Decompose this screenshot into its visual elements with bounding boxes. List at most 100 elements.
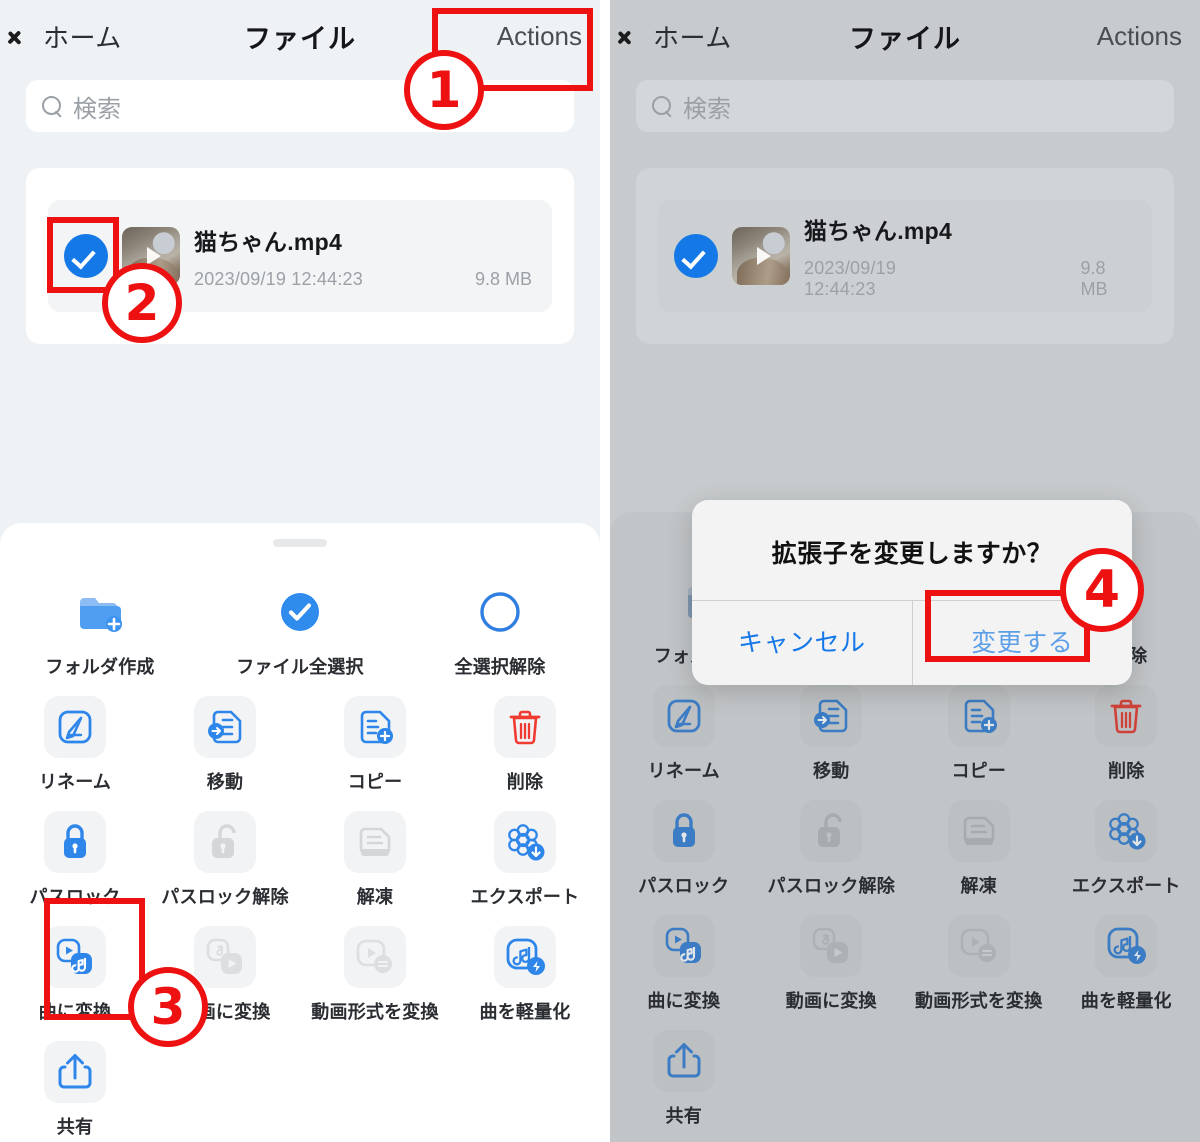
music-compress-icon (1095, 915, 1158, 977)
file-list-item[interactable]: 猫ちゃん.mp4 2023/09/19 12:44:23 9.8 MB (658, 200, 1152, 312)
action-label: 曲を軽量化 (479, 1002, 571, 1022)
action-convert-to-video[interactable]: 動画に変換 (150, 912, 300, 1027)
action-label: パスロック解除 (161, 887, 289, 907)
action-label: 共有 (56, 1117, 94, 1137)
chevron-left-icon (628, 23, 643, 50)
action-deselect-all[interactable]: 全選択解除 (400, 567, 600, 682)
action-copy[interactable]: コピー (905, 671, 1053, 786)
action-compress-music[interactable]: 曲を軽量化 (1053, 901, 1200, 1016)
trash-icon (494, 696, 556, 758)
search-field[interactable]: 検索 (26, 80, 574, 132)
action-convert-to-music[interactable]: 曲に変換 (610, 901, 758, 1016)
action-convert-video-format[interactable]: 動画形式を変換 (300, 912, 450, 1027)
copy-file-add-icon (947, 685, 1010, 747)
action-pass-unlock[interactable]: パスロック解除 (150, 797, 300, 912)
screenshot-stage: ホーム ファイル Actions 検索 猫ちゃん.mp4 2023/09/19 … (0, 0, 1200, 1142)
action-sheet: フォルダ作成 ファイル全選択 (0, 523, 600, 1142)
dialog-buttons: キャンセル 変更する (692, 600, 1132, 685)
action-rename[interactable]: リネーム (610, 671, 758, 786)
navigation-bar: ホーム ファイル Actions (610, 0, 1200, 72)
share-upload-icon (44, 1041, 106, 1103)
search-icon (42, 95, 63, 117)
unarchive-icon (344, 811, 406, 873)
action-unarchive[interactable]: 解凍 (905, 786, 1053, 901)
file-name: 猫ちゃん.mp4 (804, 218, 953, 244)
file-list-item[interactable]: 猫ちゃん.mp4 2023/09/19 12:44:23 9.8 MB (48, 200, 552, 312)
action-convert-to-video[interactable]: 動画に変換 (758, 901, 906, 1016)
checkbox-selected-icon[interactable] (674, 234, 718, 278)
back-button[interactable]: ホーム (18, 18, 122, 55)
action-row-5: 共有 (610, 1016, 1200, 1131)
music-to-video-icon (194, 926, 256, 988)
search-field[interactable]: 検索 (636, 80, 1174, 132)
back-button[interactable]: ホーム (628, 18, 732, 55)
action-pass-unlock[interactable]: パスロック解除 (758, 786, 906, 901)
video-thumbnail (732, 227, 790, 285)
action-label: エクスポート (1071, 876, 1181, 896)
action-export[interactable]: エクスポート (1053, 786, 1200, 901)
music-to-video-icon (800, 915, 863, 977)
search-icon (652, 95, 673, 117)
action-label: ファイル全選択 (236, 657, 364, 677)
back-button-label: ホーム (43, 22, 122, 53)
action-compress-music[interactable]: 曲を軽量化 (450, 912, 600, 1027)
file-list-card: 猫ちゃん.mp4 2023/09/19 12:44:23 9.8 MB (636, 168, 1174, 344)
dialog-confirm-button[interactable]: 変更する (911, 601, 1133, 685)
action-move[interactable]: 移動 (758, 671, 906, 786)
action-label: パスロック (638, 876, 730, 896)
play-icon (757, 247, 771, 265)
action-pass-lock[interactable]: パスロック (610, 786, 758, 901)
action-label: 動画に変換 (785, 991, 877, 1011)
checkbox-selected-icon[interactable] (64, 234, 108, 278)
search-placeholder: 検索 (73, 95, 121, 123)
action-label: 動画形式を変換 (311, 1002, 439, 1022)
action-label: パスロック解除 (767, 876, 895, 896)
action-move[interactable]: 移動 (150, 682, 300, 797)
actions-button[interactable]: Actions (497, 21, 582, 52)
action-copy[interactable]: コピー (300, 682, 450, 797)
lock-open-icon (800, 800, 863, 862)
rename-pencil-icon (652, 685, 715, 747)
action-row-2: リネーム 移動 コピー 削除 (610, 671, 1200, 786)
share-upload-icon (652, 1030, 715, 1092)
action-label: 移動 (813, 761, 850, 781)
action-label: 削除 (506, 772, 544, 792)
action-row-5: 共有 (0, 1027, 600, 1142)
action-pass-lock[interactable]: パスロック (0, 797, 150, 912)
confirm-dialog: 拡張子を変更しますか？ キャンセル 変更する (692, 500, 1132, 685)
actions-button[interactable]: Actions (1097, 21, 1182, 52)
action-spacer (450, 1027, 600, 1142)
action-label: 解凍 (960, 876, 997, 896)
action-delete[interactable]: 削除 (450, 682, 600, 797)
move-file-icon (194, 696, 256, 758)
dialog-title: 拡張子を変更しますか？ (771, 540, 1053, 568)
action-label: 曲に変換 (38, 1002, 112, 1022)
action-label: コピー (951, 761, 1007, 781)
action-unarchive[interactable]: 解凍 (300, 797, 450, 912)
action-convert-to-music[interactable]: 曲に変換 (0, 912, 150, 1027)
circle-outline-icon (469, 581, 531, 643)
action-row-2: リネーム 移動 コピー 削除 (0, 682, 600, 797)
action-label: 全選択解除 (454, 657, 546, 677)
action-label: 移動 (206, 772, 244, 792)
action-convert-video-format[interactable]: 動画形式を変換 (905, 901, 1053, 1016)
action-export[interactable]: エクスポート (450, 797, 600, 912)
navigation-bar: ホーム ファイル Actions (0, 0, 600, 72)
move-file-icon (800, 685, 863, 747)
sheet-grabber[interactable] (273, 539, 327, 547)
action-delete[interactable]: 削除 (1053, 671, 1200, 786)
action-share[interactable]: 共有 (0, 1027, 150, 1142)
file-size: 9.8 MB (1080, 258, 1108, 299)
dialog-cancel-button[interactable]: キャンセル (692, 601, 912, 685)
unarchive-icon (947, 800, 1010, 862)
action-row-4: 曲に変換 動画に変換 動画形式を変換 曲を軽量化 (610, 901, 1200, 1016)
chevron-left-icon (18, 23, 33, 50)
file-meta: 猫ちゃん.mp4 2023/09/19 12:44:23 9.8 MB (804, 212, 1136, 300)
copy-file-add-icon (344, 696, 406, 758)
lock-closed-icon (652, 800, 715, 862)
action-share[interactable]: 共有 (610, 1016, 758, 1131)
action-select-all[interactable]: ファイル全選択 (200, 567, 400, 682)
file-date: 2023/09/19 12:44:23 (194, 268, 363, 289)
action-create-folder[interactable]: フォルダ作成 (0, 567, 200, 682)
action-rename[interactable]: リネーム (0, 682, 150, 797)
